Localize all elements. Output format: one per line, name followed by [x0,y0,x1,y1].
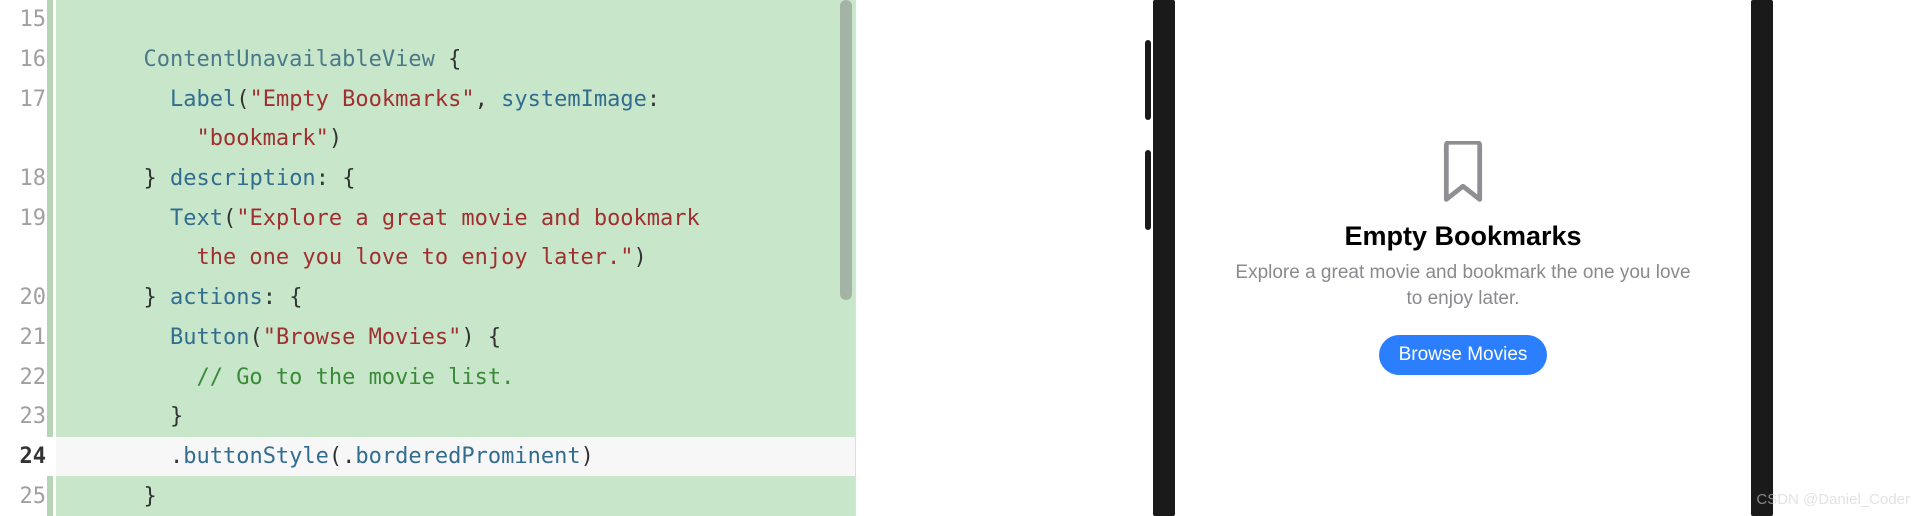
line-number [0,119,56,159]
line-number: 24 [0,437,56,477]
line-number: 20 [0,278,56,318]
browse-movies-button[interactable]: Browse Movies [1379,335,1548,375]
scrollbar-track[interactable] [837,0,855,516]
line-number: 25 [0,476,56,516]
line-number: 23 [0,397,56,437]
canvas-gap [855,0,1004,516]
phone-frame: Empty Bookmarks Explore a great movie an… [1153,0,1773,516]
code-line[interactable]: "bookmark") [56,119,855,159]
bookmark-icon [1439,141,1487,203]
code-line[interactable]: } description: { [56,159,855,199]
code-line[interactable]: Button("Browse Movies") { [56,318,855,358]
code-editor-panel: 151617 1819 202122232425 ContentUnavailabl… [0,0,855,516]
code-line[interactable]: Text("Explore a great movie and bookmark [56,198,855,238]
watermark-text: CSDN @Daniel_Coder [1756,491,1910,508]
line-number: 16 [0,40,56,80]
empty-state-description: Explore a great movie and bookmark the o… [1233,260,1693,311]
line-gutter: 151617 1819 202122232425 [0,0,56,516]
line-number: 17 [0,79,56,119]
code-line[interactable]: the one you love to enjoy later.") [56,238,855,278]
line-number: 22 [0,357,56,397]
code-line[interactable]: } [56,397,855,437]
code-line[interactable]: } actions: { [56,278,855,318]
line-number: 15 [0,0,56,40]
phone-screen: Empty Bookmarks Explore a great movie an… [1175,0,1751,516]
empty-state-title: Empty Bookmarks [1344,221,1581,252]
code-line[interactable]: .buttonStyle(.borderedProminent) [56,437,855,477]
line-number: 19 [0,198,56,238]
line-number: 18 [0,159,56,199]
scrollbar-thumb[interactable] [840,0,852,300]
phone-edge-right [1751,0,1773,516]
code-line[interactable] [56,0,855,40]
line-number: 21 [0,318,56,358]
code-line[interactable]: Label("Empty Bookmarks", systemImage: [56,79,855,119]
code-area[interactable]: ContentUnavailableView { Label("Empty Bo… [56,0,855,516]
code-line[interactable]: } [56,476,855,516]
phone-edge-left [1153,0,1175,516]
code-line[interactable]: ContentUnavailableView { [56,40,855,80]
line-number [0,238,56,278]
code-line[interactable]: // Go to the movie list. [56,357,855,397]
preview-panel: Empty Bookmarks Explore a great movie an… [1004,0,1922,516]
